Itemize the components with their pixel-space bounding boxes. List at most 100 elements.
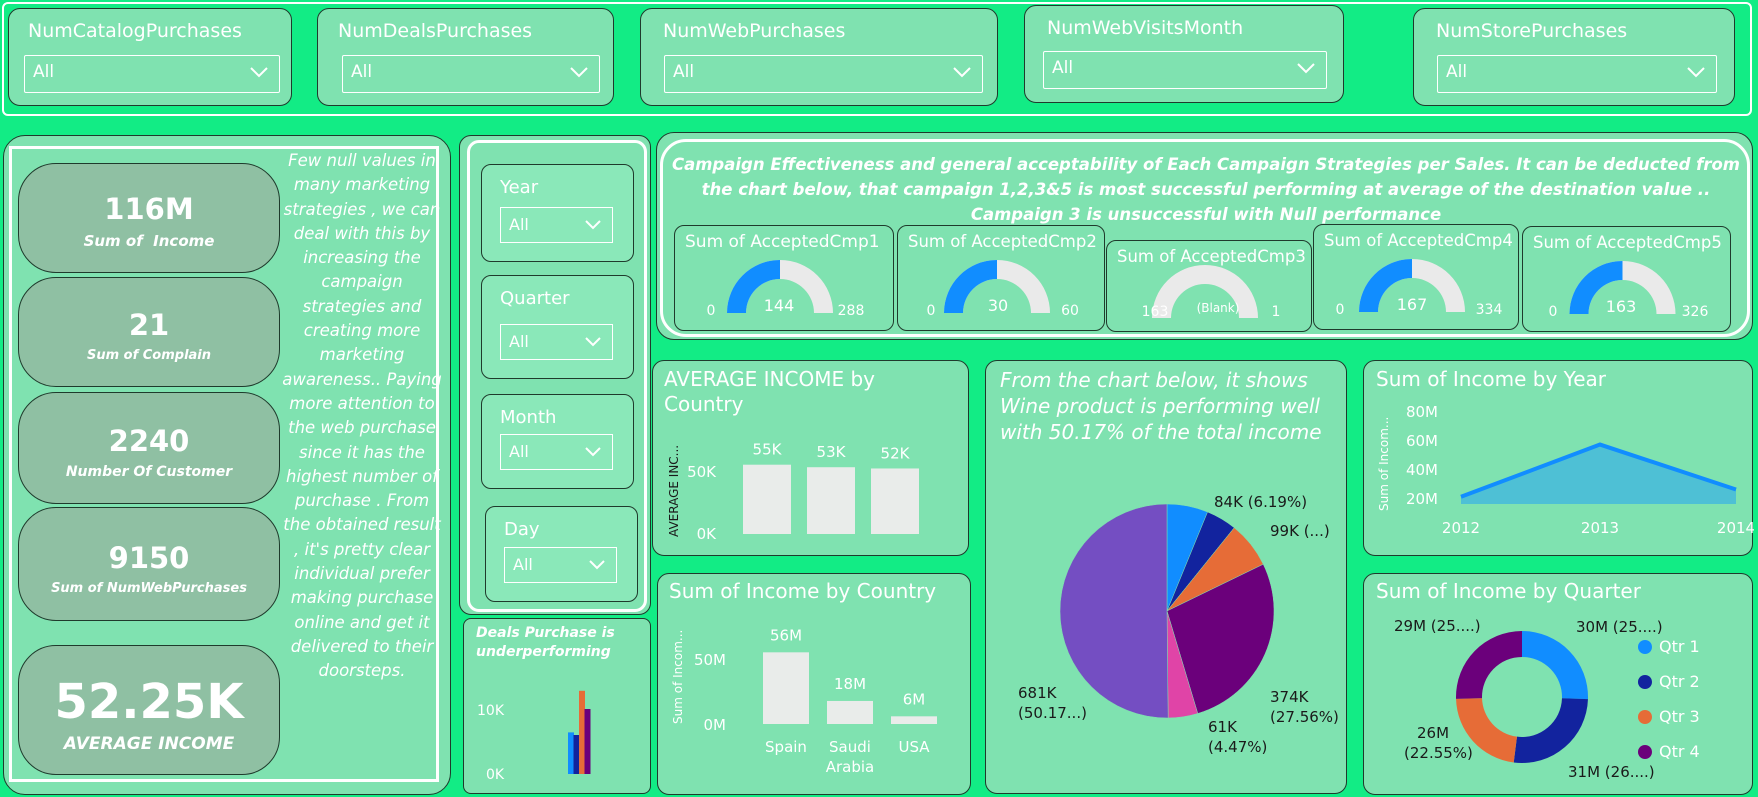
filter-dropdown[interactable]: All bbox=[664, 55, 983, 93]
gauge-acceptedcmp5: Sum of AcceptedCmp5 0 163 326 bbox=[1522, 226, 1731, 332]
filter-dropdown[interactable]: All bbox=[1437, 55, 1717, 93]
gauge-chart: 0 163 326 bbox=[1549, 261, 1709, 320]
data-label: 374K bbox=[1270, 688, 1310, 706]
gauge-max-label: 1 bbox=[1272, 304, 1281, 320]
gauge-max-label: 326 bbox=[1682, 304, 1709, 320]
x-tick-label: Spain bbox=[765, 738, 807, 756]
gauge-value-label: (Blank) bbox=[1197, 301, 1240, 315]
filter-value: All bbox=[1446, 62, 1468, 82]
slicer-value: All bbox=[509, 215, 529, 234]
y-tick-label: 0K bbox=[486, 767, 505, 783]
gauge-acceptedcmp1: Sum of AcceptedCmp1 0 144 288 bbox=[674, 225, 894, 331]
income-by-quarter-panel: Sum of Income by Quarter 30M (25....) 31M… bbox=[1363, 573, 1753, 795]
kpi-card-income: 116M Sum of Income bbox=[18, 163, 280, 273]
legend: Qtr 1 Qtr 2 Qtr 3 Qtr 4 bbox=[1638, 637, 1700, 761]
data-label: 99K (...) bbox=[1270, 522, 1330, 540]
avg-income-chart: AVERAGE INC... 50K 0K 55K 53K 52K bbox=[667, 441, 919, 543]
gauge-chart: 0 30 60 bbox=[927, 260, 1079, 319]
filter-label: NumStorePurchases bbox=[1436, 20, 1628, 42]
slicer-dropdown[interactable]: All bbox=[500, 324, 613, 360]
filter-dropdown[interactable]: All bbox=[342, 55, 600, 93]
data-label: 6M bbox=[903, 690, 926, 708]
slicer-quarter: Quarter All bbox=[481, 275, 634, 379]
data-label: 29M (25....) bbox=[1394, 617, 1481, 635]
chevron-down-icon bbox=[585, 337, 601, 347]
donut-slice[interactable] bbox=[1513, 698, 1588, 763]
bar[interactable] bbox=[871, 468, 919, 534]
kpi-label: Sum of Complain bbox=[86, 348, 212, 363]
filter-label: NumWebPurchases bbox=[663, 20, 846, 42]
slicer-dropdown[interactable]: All bbox=[500, 434, 613, 470]
filter-value: All bbox=[351, 62, 373, 82]
slicer-month: Month All bbox=[481, 394, 634, 489]
y-axis-label: AVERAGE INC... bbox=[667, 445, 681, 537]
chevron-down-icon bbox=[250, 67, 268, 78]
x-tick-label: 2014 bbox=[1717, 519, 1754, 537]
chevron-down-icon bbox=[585, 447, 601, 457]
donut-slice[interactable] bbox=[1456, 631, 1522, 699]
income-by-country-panel: Sum of Income by Country Sum of Incom...… bbox=[657, 573, 971, 795]
y-tick-label: 0K bbox=[697, 525, 718, 543]
data-label: 681K bbox=[1018, 684, 1058, 702]
legend-label: Qtr 4 bbox=[1659, 742, 1700, 761]
slicer-dropdown[interactable]: All bbox=[500, 207, 613, 243]
kpi-label: Number Of Customer bbox=[65, 464, 233, 480]
gauge-chart: 163 (Blank) 1 bbox=[1142, 265, 1281, 320]
bar[interactable] bbox=[807, 467, 855, 534]
bar[interactable] bbox=[743, 464, 791, 534]
slicer-year: Year All bbox=[481, 164, 634, 262]
kpi-value: 116M bbox=[104, 192, 194, 226]
bar[interactable] bbox=[891, 716, 937, 724]
filter-value: All bbox=[1052, 58, 1074, 78]
y-tick-label: 20M bbox=[1406, 490, 1438, 508]
bar[interactable] bbox=[573, 735, 580, 774]
y-tick-label: 40M bbox=[1406, 461, 1438, 479]
data-label: 53K bbox=[817, 443, 847, 461]
legend-marker bbox=[1638, 745, 1652, 759]
gauge-max-label: 288 bbox=[838, 303, 865, 319]
slicer-value: All bbox=[513, 555, 533, 574]
data-label: 84K (6.19%) bbox=[1214, 493, 1307, 511]
bar[interactable] bbox=[584, 709, 591, 774]
filter-numwebpurchases: NumWebPurchases All bbox=[640, 8, 998, 106]
deals-purchase-panel: Deals Purchase is underperforming 10K 0K bbox=[463, 618, 651, 794]
bar[interactable] bbox=[568, 732, 574, 774]
kpi-card-customers: 2240 Number Of Customer bbox=[18, 392, 280, 504]
chevron-down-icon bbox=[953, 67, 971, 78]
gauge-min-label: 0 bbox=[707, 303, 716, 319]
bar[interactable] bbox=[579, 690, 585, 774]
product-income-panel: From the chart below, it shows Wine prod… bbox=[985, 360, 1347, 794]
y-tick-label: 60M bbox=[1406, 432, 1438, 450]
slicer-label: Quarter bbox=[500, 288, 570, 309]
pie-slice[interactable] bbox=[1059, 503, 1169, 719]
data-label: 61K bbox=[1208, 718, 1238, 736]
chevron-down-icon bbox=[585, 220, 601, 230]
slicer-label: Month bbox=[500, 407, 557, 428]
gauge-chart: 0 144 288 bbox=[707, 260, 865, 319]
kpi-value: 52.25K bbox=[54, 674, 244, 730]
gauge-acceptedcmp3: Sum of AcceptedCmp3 163 (Blank) 1 bbox=[1106, 240, 1312, 332]
data-label: 30M (25....) bbox=[1576, 618, 1663, 636]
filter-label: NumDealsPurchases bbox=[338, 20, 533, 42]
legend-label: Qtr 2 bbox=[1659, 672, 1700, 691]
y-axis-label: Sum of Incom... bbox=[1377, 417, 1391, 511]
gauge-max-label: 60 bbox=[1061, 303, 1079, 319]
y-tick-label: 0M bbox=[704, 716, 727, 734]
filter-numdealspurchases: NumDealsPurchases All bbox=[317, 8, 614, 106]
filter-dropdown[interactable]: All bbox=[24, 55, 280, 93]
data-label: 52K bbox=[881, 444, 911, 462]
x-tick-label: USA bbox=[898, 738, 930, 756]
donut-slice[interactable] bbox=[1522, 631, 1588, 700]
bar[interactable] bbox=[827, 700, 873, 724]
slicer-dropdown[interactable]: All bbox=[504, 547, 617, 583]
deals-chart: 10K 0K bbox=[477, 690, 591, 783]
bar[interactable] bbox=[763, 652, 809, 724]
chevron-down-icon bbox=[570, 67, 588, 78]
product-pie-chart: 84K (6.19%) 99K (...) 374K (27.56%) 61K (4.47… bbox=[1018, 493, 1339, 756]
gauge-value-label: 30 bbox=[988, 296, 1008, 315]
kpi-label: Sum of Income bbox=[83, 232, 215, 250]
filter-dropdown[interactable]: All bbox=[1043, 51, 1327, 89]
income-country-chart: Sum of Incom... 50M 0M 56M Spain 18M Saudi A… bbox=[671, 626, 937, 776]
data-label: (27.56%) bbox=[1270, 708, 1339, 726]
gauge-max-label: 334 bbox=[1476, 302, 1503, 318]
